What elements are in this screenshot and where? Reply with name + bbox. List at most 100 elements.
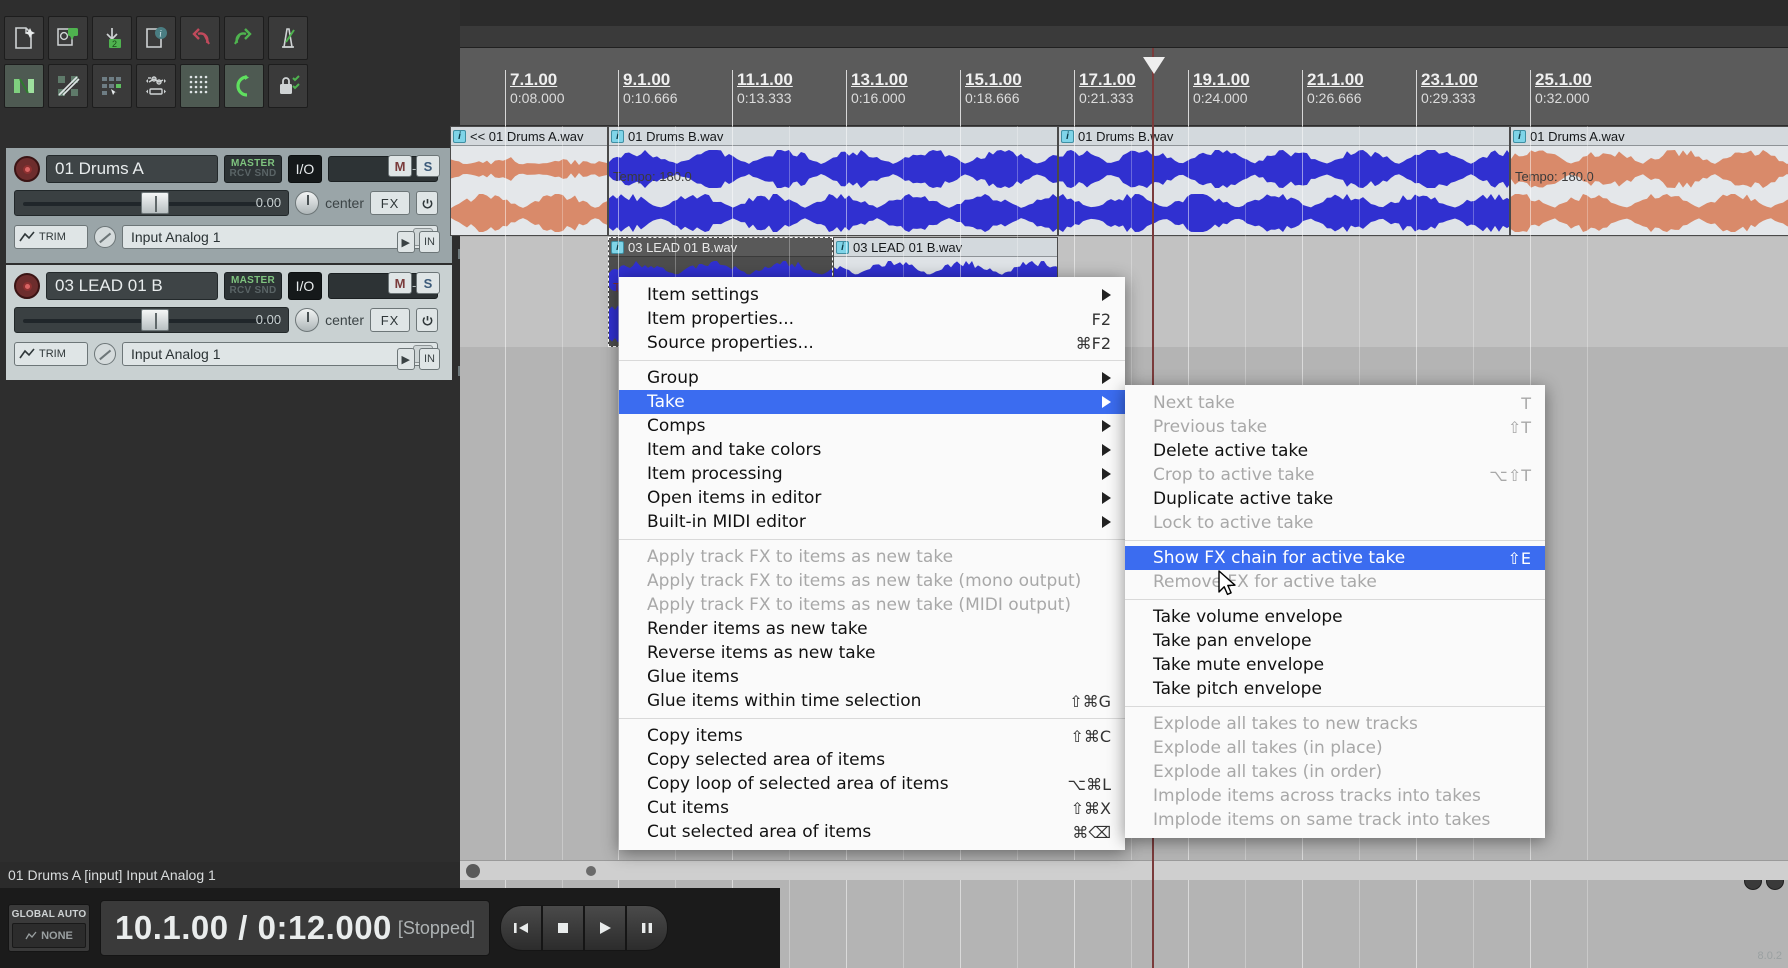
- mute-button[interactable]: M: [388, 272, 412, 294]
- phase-invert-icon[interactable]: [94, 343, 116, 365]
- master-send-indicator[interactable]: MASTER RCV SND: [224, 272, 282, 300]
- project-settings-icon[interactable]: i: [136, 16, 176, 60]
- global-auto-mode[interactable]: NONE: [12, 923, 86, 948]
- open-project-icon[interactable]: [48, 16, 88, 60]
- input-select[interactable]: Input Analog 1 ▼: [122, 225, 438, 249]
- media-item[interactable]: i01 Drums A.wavTempo: 180.0: [1510, 126, 1788, 236]
- arrange-track-row-1[interactable]: i<< 01 Drums A.wavi01 Drums B.wavTempo: …: [460, 126, 1788, 236]
- media-item-header[interactable]: i03 LEAD 01 B.wav: [834, 238, 1057, 257]
- menu-item[interactable]: Take pan envelope: [1125, 629, 1545, 653]
- menu-item[interactable]: Take: [619, 390, 1125, 414]
- marker-lane[interactable]: [460, 26, 1788, 48]
- scrollbar-thumb-left[interactable]: [466, 864, 480, 878]
- time-display[interactable]: 10.1.00 / 0:12.000 [Stopped]: [100, 900, 490, 956]
- play-icon[interactable]: [584, 905, 626, 951]
- media-item-header[interactable]: i03 LEAD 01 B.wav: [609, 238, 832, 257]
- menu-item[interactable]: Item processing: [619, 462, 1125, 486]
- grouping-icon[interactable]: [92, 64, 132, 108]
- volume-fader[interactable]: 0.00: [14, 307, 289, 333]
- automation-nodes-icon[interactable]: [136, 64, 176, 108]
- undo-icon[interactable]: [180, 16, 220, 60]
- menu-item[interactable]: Source properties...⌘F2: [619, 331, 1125, 355]
- monitor-button[interactable]: IN: [419, 231, 440, 253]
- menu-item[interactable]: Take mute envelope: [1125, 653, 1545, 677]
- menu-item[interactable]: Glue items within time selection⇧⌘G: [619, 689, 1125, 713]
- fx-button[interactable]: FX: [370, 308, 410, 332]
- menu-item[interactable]: Copy loop of selected area of items⌥⌘L: [619, 772, 1125, 796]
- save-project-icon[interactable]: 2: [92, 16, 132, 60]
- io-button[interactable]: I/O: [288, 155, 322, 183]
- menu-item[interactable]: Take volume envelope: [1125, 605, 1545, 629]
- record-arm-icon[interactable]: [14, 273, 40, 299]
- pause-icon[interactable]: [626, 905, 668, 951]
- take-submenu[interactable]: Next takeTPrevious take⇧TDelete active t…: [1125, 385, 1545, 838]
- phase-invert-icon[interactable]: [94, 226, 116, 248]
- trim-button[interactable]: TRIM: [14, 225, 88, 249]
- routing-matrix-icon[interactable]: [48, 64, 88, 108]
- timeline-ruler[interactable]: 7.1.000:08.0009.1.000:10.66611.1.000:13.…: [460, 48, 1788, 126]
- item-info-icon[interactable]: i: [453, 130, 466, 143]
- media-item-header[interactable]: i01 Drums B.wav: [1059, 127, 1509, 146]
- scrollbar-thumb-right[interactable]: [586, 866, 596, 876]
- menu-item[interactable]: Duplicate active take: [1125, 487, 1545, 511]
- power-icon[interactable]: [416, 191, 438, 215]
- input-select[interactable]: Input Analog 1 ▼: [122, 342, 438, 366]
- stop-icon[interactable]: [542, 905, 584, 951]
- menu-item[interactable]: Render items as new take: [619, 617, 1125, 641]
- solo-button[interactable]: S: [416, 155, 440, 177]
- fx-button[interactable]: FX: [370, 191, 410, 215]
- master-send-indicator[interactable]: MASTER RCV SND: [224, 155, 282, 183]
- pan-knob[interactable]: [295, 191, 319, 215]
- volume-fader[interactable]: 0.00: [14, 190, 289, 216]
- item-info-icon[interactable]: i: [1513, 130, 1526, 143]
- menu-item[interactable]: Copy items⇧⌘C: [619, 724, 1125, 748]
- menu-item[interactable]: Show FX chain for active take⇧E: [1125, 546, 1545, 570]
- track-name-label[interactable]: 01 Drums A: [46, 155, 218, 183]
- record-arm-icon[interactable]: [14, 156, 40, 182]
- menu-item[interactable]: Copy selected area of items: [619, 748, 1125, 772]
- media-item-header[interactable]: i<< 01 Drums A.wav: [451, 127, 607, 146]
- item-context-menu[interactable]: Item settingsItem properties...F2Source …: [619, 277, 1125, 850]
- menu-item[interactable]: Item properties...F2: [619, 307, 1125, 331]
- menu-item[interactable]: Cut selected area of items⌘⌫: [619, 820, 1125, 844]
- item-info-icon[interactable]: i: [836, 241, 849, 254]
- loop-icon[interactable]: [224, 64, 264, 108]
- trim-button[interactable]: TRIM: [14, 342, 88, 366]
- rewind-icon[interactable]: [500, 905, 542, 951]
- play-small-icon[interactable]: ▶: [397, 348, 415, 370]
- lock-icon[interactable]: [268, 64, 308, 108]
- menu-item[interactable]: Comps: [619, 414, 1125, 438]
- io-button[interactable]: I/O: [288, 272, 322, 300]
- solo-button[interactable]: S: [416, 272, 440, 294]
- menu-item[interactable]: Glue items: [619, 665, 1125, 689]
- fader-knob[interactable]: [141, 309, 169, 331]
- envelope-icon[interactable]: [4, 64, 44, 108]
- menu-item[interactable]: Built-in MIDI editor: [619, 510, 1125, 534]
- redo-icon[interactable]: [224, 16, 264, 60]
- metronome-icon[interactable]: [268, 16, 308, 60]
- menu-item[interactable]: Cut items⇧⌘X: [619, 796, 1125, 820]
- pan-knob[interactable]: [295, 308, 319, 332]
- item-info-icon[interactable]: i: [1061, 130, 1074, 143]
- menu-item[interactable]: Item and take colors: [619, 438, 1125, 462]
- media-item-header[interactable]: i01 Drums B.wav: [609, 127, 1057, 146]
- menu-item[interactable]: Take pitch envelope: [1125, 677, 1545, 701]
- media-item[interactable]: i01 Drums B.wav: [1058, 126, 1510, 236]
- media-item-header[interactable]: i01 Drums A.wav: [1511, 127, 1788, 146]
- mute-button[interactable]: M: [388, 155, 412, 177]
- menu-item[interactable]: Delete active take: [1125, 439, 1545, 463]
- menu-item[interactable]: Group: [619, 366, 1125, 390]
- menu-item[interactable]: Item settings: [619, 283, 1125, 307]
- horizontal-scrollbar[interactable]: [460, 860, 1788, 880]
- menu-item[interactable]: Open items in editor: [619, 486, 1125, 510]
- media-item[interactable]: i<< 01 Drums A.wav: [450, 126, 608, 236]
- track-panel-1[interactable]: 01 Drums A MASTER RCV SND I/O -inf M S: [6, 148, 452, 263]
- new-project-icon[interactable]: [4, 16, 44, 60]
- grid-icon[interactable]: [180, 64, 220, 108]
- play-cursor-handle[interactable]: [1143, 57, 1165, 74]
- menu-item[interactable]: Reverse items as new take: [619, 641, 1125, 665]
- power-icon[interactable]: [416, 308, 438, 332]
- track-name-label[interactable]: 03 LEAD 01 B: [46, 272, 218, 300]
- fader-knob[interactable]: [141, 192, 169, 214]
- track-panel-2[interactable]: 03 LEAD 01 B MASTER RCV SND I/O -inf M S: [6, 265, 452, 380]
